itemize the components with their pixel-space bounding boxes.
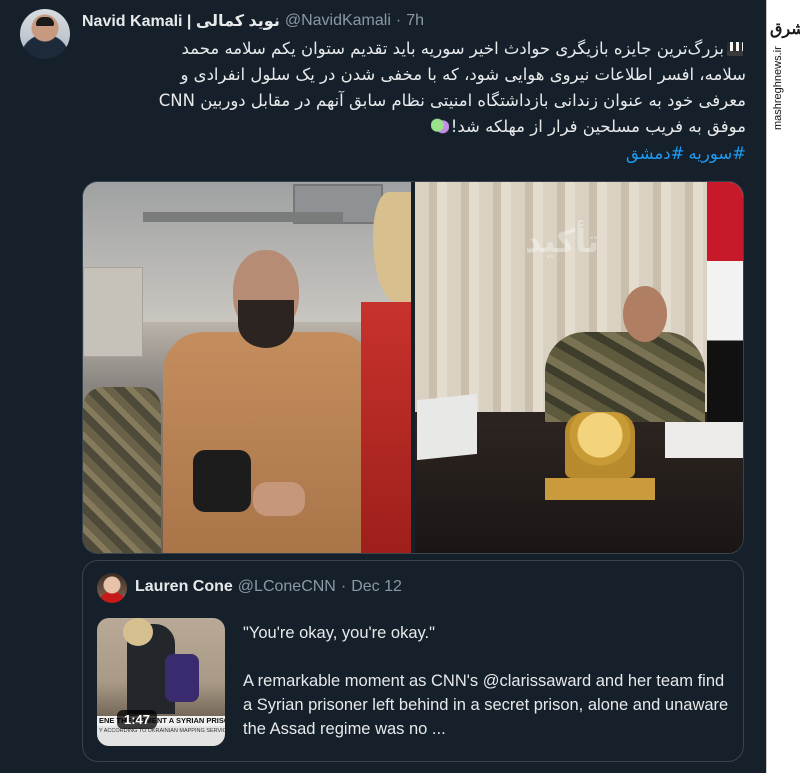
photo-officer-head bbox=[623, 286, 667, 342]
thumb-hair bbox=[123, 618, 153, 646]
media-photo-prisoner-escort[interactable] bbox=[83, 182, 411, 553]
quoted-author-avatar[interactable] bbox=[97, 573, 127, 603]
tweet-media-grid: تأکید bbox=[82, 181, 744, 554]
tweet-time[interactable]: 7h bbox=[406, 12, 424, 30]
quoted-tweet-date[interactable]: Dec 12 bbox=[351, 578, 402, 596]
photo-man-coat bbox=[163, 332, 373, 553]
photo-eagle-emblem bbox=[565, 412, 635, 478]
photo-glove bbox=[193, 450, 251, 512]
header-separator: · bbox=[395, 12, 402, 29]
mashregh-site-text: mashreghnews.ir bbox=[772, 46, 784, 130]
avatar-hair bbox=[36, 17, 54, 26]
photo-papers-left bbox=[417, 393, 477, 461]
photo-pipe bbox=[143, 212, 343, 222]
author-display-name[interactable]: Navid Kamali | نوید کمالی bbox=[82, 11, 280, 31]
author-avatar[interactable] bbox=[20, 9, 70, 59]
quoted-tweet-card[interactable]: Lauren Cone @LConeCNN · Dec 12 ENE THE M… bbox=[82, 560, 744, 762]
quoted-tweet-text: "You're okay, you're okay." A remarkable… bbox=[243, 621, 733, 741]
quoted-header-separator: · bbox=[340, 578, 347, 595]
thumb-strip-text: Y ACCORDING TO UKRAINIAN MAPPING SERVICE… bbox=[99, 728, 225, 734]
quoted-tweet-quote-line: "You're okay, you're okay." bbox=[243, 624, 435, 642]
tweet-text-line-3: معرفی خود به عنوان زندانی بازداشتگاه امن… bbox=[158, 91, 746, 110]
quoted-tweet-body: A remarkable moment as CNN's @clarissawa… bbox=[243, 672, 729, 738]
quoted-author-name[interactable]: Lauren Cone bbox=[135, 578, 233, 596]
hashtag-syria[interactable]: #سوریه bbox=[688, 144, 746, 163]
photo-soldier bbox=[83, 387, 161, 553]
mashregh-logo: مشرق bbox=[770, 19, 800, 38]
tweet-text-line-2: سلامه، افسر اطلاعات نیروی هوایی شود، که … bbox=[180, 65, 746, 84]
quoted-tweet-header: Lauren Cone @LConeCNN · Dec 12 bbox=[135, 578, 402, 596]
tweet-text-line-4: موفق به فریب مسلحین فرار از مهلکه شد! bbox=[450, 117, 746, 136]
tweet-frame: Navid Kamali | نوید کمالی @NavidKamali ·… bbox=[0, 0, 766, 773]
quoted-video-thumbnail[interactable]: ENE THE MOMENT A SYRIAN PRISONER IS FRE … bbox=[97, 618, 225, 746]
author-handle[interactable]: @NavidKamali bbox=[285, 12, 391, 30]
tweet-text-line-1: بزرگ‌ترین جایزه بازیگری حوادث اخیر سوریه… bbox=[181, 39, 724, 58]
thumb-bag bbox=[165, 654, 199, 702]
photo-box bbox=[83, 267, 143, 357]
tweet-text: بزرگ‌ترین جایزه بازیگری حوادث اخیر سوریه… bbox=[82, 36, 746, 140]
hashtag-damascus[interactable]: #دمشق bbox=[626, 144, 685, 163]
theater-masks-icon bbox=[430, 118, 449, 134]
photo-watermark: تأکید bbox=[525, 222, 600, 260]
photo-emblem-base bbox=[545, 478, 655, 500]
quoted-author-handle[interactable]: @LConeCNN bbox=[238, 578, 336, 596]
hashtag-row: #سوریه#دمشق bbox=[82, 142, 746, 166]
photo-papers-right bbox=[665, 422, 743, 458]
photo-man-beard bbox=[238, 300, 294, 348]
tweet-header: Navid Kamali | نوید کمالی @NavidKamali ·… bbox=[82, 10, 424, 32]
media-photo-officer-desk[interactable]: تأکید bbox=[415, 182, 743, 553]
watermark-strip: مشرق mashreghnews.ir bbox=[766, 0, 800, 773]
photo-flag bbox=[707, 182, 743, 422]
clapper-board-icon bbox=[727, 42, 743, 56]
photo-hand bbox=[253, 482, 305, 516]
photo-red-scarf bbox=[361, 302, 411, 553]
video-duration-badge: 1:47 bbox=[117, 710, 158, 729]
